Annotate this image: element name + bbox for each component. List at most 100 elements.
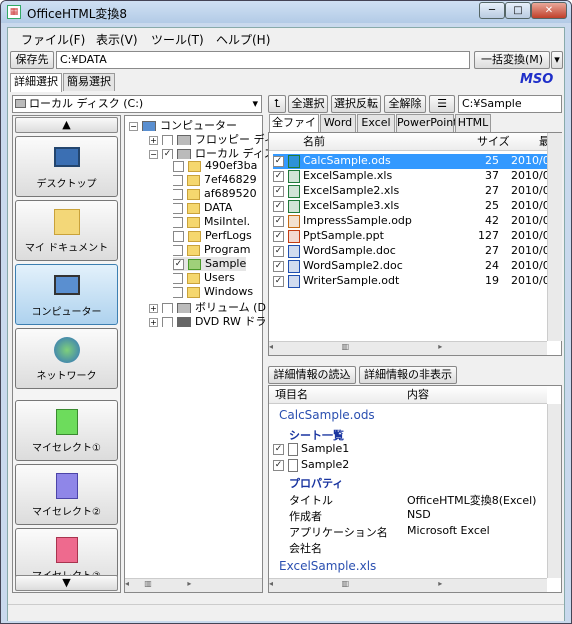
checkbox[interactable]: ✓ xyxy=(273,200,284,212)
checkbox[interactable]: ✓ xyxy=(273,275,284,287)
expand-icon[interactable]: + xyxy=(149,317,158,327)
tree-node-local-disk[interactable]: − ✓ ローカル ディス xyxy=(149,145,275,159)
expand-icon[interactable]: + xyxy=(149,303,158,313)
checkbox[interactable]: ✓ xyxy=(173,258,184,270)
tree-node-folder[interactable]: +Program xyxy=(173,243,250,257)
file-row[interactable]: ✓ CalcSample.ods 25 2010/09 xyxy=(273,154,557,169)
checkbox[interactable]: ✓ xyxy=(273,230,284,242)
tree-horizontal-scrollbar[interactable]: ◂ ▥ ▸ xyxy=(125,578,262,592)
tree-node-folder[interactable]: PerfLogs xyxy=(173,229,252,243)
checkbox[interactable] xyxy=(173,230,184,242)
hide-details-button[interactable]: 詳細情報の非表示 xyxy=(359,366,457,384)
file-row[interactable]: ✓ WriterSample.odt 19 2010/09 xyxy=(273,274,557,289)
select-all-button[interactable]: 全選択 xyxy=(288,95,328,113)
checkbox[interactable]: ✓ xyxy=(273,170,284,182)
drive-select[interactable]: ローカル ディスク (C:) ▾ xyxy=(12,95,262,113)
column-name[interactable]: 名前 xyxy=(303,133,325,150)
tree-node-folder[interactable]: +Windows xyxy=(173,285,253,299)
checkbox[interactable] xyxy=(173,174,183,186)
expand-icon[interactable]: + xyxy=(149,135,158,145)
nav-up-button[interactable]: ▲ xyxy=(15,117,118,133)
maximize-button[interactable]: □ xyxy=(505,2,531,19)
checkbox[interactable]: ✓ xyxy=(273,245,284,257)
tab-word[interactable]: Word xyxy=(320,114,356,132)
batch-convert-button[interactable]: 一括変換(M) xyxy=(474,51,550,69)
clear-selection-button[interactable]: 全解除 xyxy=(384,95,426,113)
tab-simple-select[interactable]: 簡易選択 xyxy=(63,73,115,91)
nav-myselect-1[interactable]: マイセレクト① xyxy=(15,400,118,461)
menu-file[interactable]: ファイル(F) xyxy=(21,31,85,48)
sheet-row[interactable]: ✓ Sample2 xyxy=(273,458,349,472)
invert-selection-button[interactable]: 選択反転 xyxy=(331,95,381,113)
load-details-button[interactable]: 詳細情報の読込 xyxy=(268,366,356,384)
checkbox[interactable] xyxy=(162,134,173,145)
tree-node-floppy[interactable]: + フロッピー ディ xyxy=(149,131,275,145)
tree-node-computer[interactable]: − コンピューター xyxy=(129,117,237,131)
close-button[interactable]: ✕ xyxy=(531,2,567,19)
file-list-vertical-scrollbar[interactable] xyxy=(547,133,562,341)
checkbox[interactable]: ✓ xyxy=(162,148,173,159)
menu-tools[interactable]: ツール(T) xyxy=(151,31,204,48)
current-folder-field[interactable]: C:¥Sample xyxy=(458,95,562,113)
collapse-icon[interactable]: − xyxy=(149,149,158,159)
save-destination-button[interactable]: 保存先 xyxy=(10,51,54,69)
checkbox[interactable] xyxy=(173,286,183,298)
file-row[interactable]: ✓ ImpressSample.odp 42 2010/09 xyxy=(273,214,557,229)
collapse-icon[interactable]: − xyxy=(129,121,138,131)
checkbox[interactable]: ✓ xyxy=(273,459,284,471)
file-row[interactable]: ✓ WordSample.doc 27 2010/09 xyxy=(273,244,557,259)
details-vertical-scrollbar[interactable] xyxy=(547,404,561,578)
checkbox[interactable] xyxy=(162,302,173,313)
tab-powerpoint[interactable]: PowerPoint xyxy=(396,114,458,132)
menu-view[interactable]: 表示(V) xyxy=(96,31,138,48)
checkbox[interactable] xyxy=(173,216,183,228)
tab-detail-select[interactable]: 詳細選択 xyxy=(10,73,62,92)
tree-node-folder[interactable]: +DATA xyxy=(173,201,232,215)
nav-computer[interactable]: コンピューター xyxy=(15,264,118,325)
parent-folder-button[interactable]: ⮤ xyxy=(268,95,286,113)
checkbox[interactable] xyxy=(173,160,184,172)
file-row[interactable]: ✓ PptSample.ppt 127 2010/09 xyxy=(273,229,557,244)
checkbox[interactable]: ✓ xyxy=(273,155,284,167)
tree-node-folder[interactable]: +Users xyxy=(173,271,235,285)
tab-html[interactable]: HTML xyxy=(455,114,491,132)
tree-node-sample[interactable]: ✓ Sample xyxy=(173,257,247,271)
checkbox[interactable]: ✓ xyxy=(273,215,284,227)
view-mode-button[interactable]: ☰ xyxy=(429,95,455,113)
app-icon[interactable]: ▦ xyxy=(7,5,21,19)
sheet-row[interactable]: ✓ Sample1 xyxy=(273,442,349,456)
tree-node-dvd[interactable]: + DVD RW ドラ xyxy=(149,313,266,327)
file-row[interactable]: ✓ WordSample2.doc 24 2010/09 xyxy=(273,259,557,274)
file-list-horizontal-scrollbar[interactable]: ◂ ▥ ▸ xyxy=(269,341,547,355)
checkbox[interactable] xyxy=(173,272,183,284)
checkbox[interactable] xyxy=(173,244,183,256)
menu-help[interactable]: ヘルプ(H) xyxy=(216,31,270,48)
details-horizontal-scrollbar[interactable]: ◂ ▥ ▸ xyxy=(269,578,547,592)
nav-my-documents[interactable]: マイ ドキュメント xyxy=(15,200,118,261)
convert-dropdown-button[interactable]: ▾ xyxy=(551,51,563,69)
checkbox[interactable]: ✓ xyxy=(273,185,284,197)
nav-network[interactable]: ネットワーク xyxy=(15,328,118,389)
nav-desktop[interactable]: デスクトップ xyxy=(15,136,118,197)
tree-node-volume-d[interactable]: + ボリューム (D xyxy=(149,299,266,313)
file-row[interactable]: ✓ ExcelSample3.xls 25 2010/09 xyxy=(273,199,557,214)
tree-node-folder[interactable]: +MsiIntel. xyxy=(173,215,250,229)
tree-node-folder[interactable]: +af689520 xyxy=(173,187,257,201)
file-row[interactable]: ✓ ExcelSample2.xls 27 2010/09 xyxy=(273,184,557,199)
checkbox[interactable]: ✓ xyxy=(273,260,284,272)
checkbox[interactable] xyxy=(173,188,183,200)
tree-node-folder[interactable]: 490ef3ba xyxy=(173,159,257,173)
tab-excel[interactable]: Excel xyxy=(357,114,395,132)
nav-down-button[interactable]: ▼ xyxy=(15,575,118,591)
title-bar[interactable]: ▦ OfficeHTML変換8 ─ □ ✕ xyxy=(1,1,571,23)
minimize-button[interactable]: ─ xyxy=(479,2,505,19)
nav-myselect-2[interactable]: マイセレクト② xyxy=(15,464,118,525)
tab-all-files[interactable]: 全ファイル xyxy=(269,114,319,145)
checkbox[interactable]: ✓ xyxy=(273,443,284,455)
column-size[interactable]: サイズ xyxy=(477,133,510,150)
checkbox[interactable] xyxy=(162,316,173,327)
checkbox[interactable] xyxy=(173,202,183,214)
output-path-field[interactable]: C:¥DATA xyxy=(56,51,470,69)
tree-node-folder[interactable]: +7ef46829 xyxy=(173,173,257,187)
file-row[interactable]: ✓ ExcelSample.xls 37 2010/09 xyxy=(273,169,557,184)
